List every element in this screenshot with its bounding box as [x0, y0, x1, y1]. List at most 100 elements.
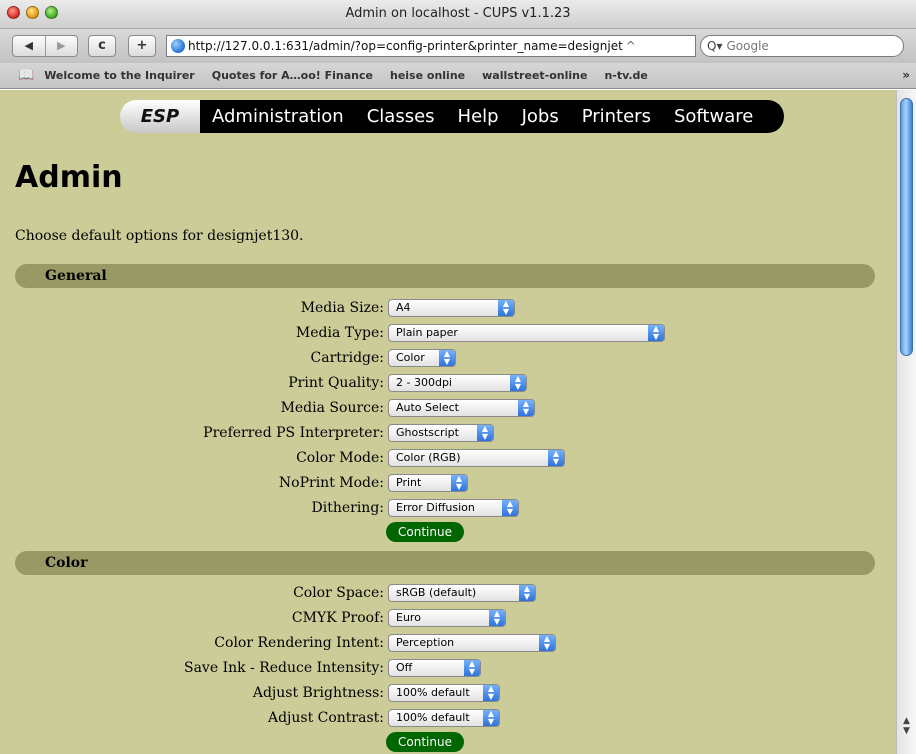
select-arrows-icon: ▲ ▼	[483, 710, 499, 726]
add-bookmark-button[interactable]: +	[128, 35, 156, 57]
option-label: Dithering:	[311, 500, 385, 516]
media-type-select[interactable]: Plain paper ▲ ▼	[388, 324, 665, 342]
bookmarks-book-icon[interactable]: 📖	[18, 68, 34, 83]
back-forward-group: ◀ ▶	[12, 35, 78, 57]
select-arrows-icon: ▲ ▼	[451, 475, 467, 491]
option-row-media-type: Media Type: Plain paper ▲ ▼	[0, 322, 896, 344]
nav-printers[interactable]: Printers	[582, 106, 651, 127]
back-button[interactable]: ◀	[13, 36, 45, 56]
color-mode-select[interactable]: Color (RGB) ▲ ▼	[388, 449, 565, 467]
option-row-contrast: Adjust Contrast: 100% default ▲ ▼	[0, 707, 896, 729]
bookmarks-bar: 📖 Welcome to the Inquirer Quotes for A…o…	[0, 63, 916, 89]
scroll-arrows-icon[interactable]: ▲ ▼	[900, 716, 913, 736]
nav-links: Administration Classes Help Jobs Printer…	[200, 100, 784, 133]
bookmarks-overflow-icon[interactable]: »	[902, 68, 910, 82]
nav-software[interactable]: Software	[674, 106, 753, 127]
option-label: Save Ink - Reduce Intensity:	[183, 660, 384, 676]
search-field[interactable]: Q▾ Google	[700, 35, 904, 57]
rendering-intent-select[interactable]: Perception ▲ ▼	[388, 634, 556, 652]
select-arrows-icon: ▲ ▼	[539, 635, 555, 651]
reload-button[interactable]: c	[88, 35, 116, 57]
select-arrows-icon: ▲ ▼	[439, 350, 455, 366]
bookmark-item[interactable]: heise online	[390, 69, 465, 82]
bookmark-item[interactable]: wallstreet-online	[482, 69, 587, 82]
print-quality-select[interactable]: 2 - 300dpi ▲ ▼	[388, 374, 527, 392]
nav-administration[interactable]: Administration	[212, 106, 344, 127]
dithering-select[interactable]: Error Diffusion ▲ ▼	[388, 499, 519, 517]
option-label: Adjust Brightness:	[252, 685, 384, 701]
option-row-rendering-intent: Color Rendering Intent: Perception ▲ ▼	[0, 632, 896, 654]
option-row-dithering: Dithering: Error Diffusion ▲ ▼	[0, 497, 896, 519]
bookmark-item[interactable]: n-tv.de	[604, 69, 647, 82]
select-arrows-icon: ▲ ▼	[489, 610, 505, 626]
page-content: ESP Administration Classes Help Jobs Pri…	[0, 90, 896, 754]
option-row-print-quality: Print Quality: 2 - 300dpi ▲ ▼	[0, 372, 896, 394]
vertical-scrollbar[interactable]: ▲ ▼	[896, 90, 916, 754]
cartridge-select[interactable]: Color ▲ ▼	[388, 349, 456, 367]
option-label: Print Quality:	[288, 375, 384, 391]
address-text: http://127.0.0.1:631/admin/?op=config-pr…	[188, 39, 623, 53]
option-row-cartridge: Cartridge: Color ▲ ▼	[0, 347, 896, 369]
intro-text: Choose default options for designjet130.	[15, 228, 304, 244]
select-arrows-icon: ▲ ▼	[464, 660, 480, 676]
select-arrows-icon: ▲ ▼	[510, 375, 526, 391]
search-placeholder: Google	[726, 39, 769, 53]
search-icon[interactable]: Q▾	[707, 39, 722, 53]
browser-toolbar: ◀ ▶ c + http://127.0.0.1:631/admin/?op=c…	[0, 29, 916, 63]
cmyk-proof-select[interactable]: Euro ▲ ▼	[388, 609, 506, 627]
page-title: Admin	[15, 160, 123, 195]
option-row-color-space: Color Space: sRGB (default) ▲ ▼	[0, 582, 896, 604]
option-row-media-size: Media Size: A4 ▲ ▼	[0, 297, 896, 319]
option-row-save-ink: Save Ink - Reduce Intensity: Off ▲ ▼	[0, 657, 896, 679]
nav-classes[interactable]: Classes	[367, 106, 435, 127]
select-arrows-icon: ▲ ▼	[498, 300, 514, 316]
nav-jobs[interactable]: Jobs	[522, 106, 559, 127]
media-size-select[interactable]: A4 ▲ ▼	[388, 299, 515, 317]
forward-button[interactable]: ▶	[44, 36, 78, 56]
ps-interpreter-select[interactable]: Ghostscript ▲ ▼	[388, 424, 494, 442]
select-arrows-icon: ▲ ▼	[648, 325, 664, 341]
option-row-brightness: Adjust Brightness: 100% default ▲ ▼	[0, 682, 896, 704]
save-ink-select[interactable]: Off ▲ ▼	[388, 659, 481, 677]
address-bar[interactable]: http://127.0.0.1:631/admin/?op=config-pr…	[166, 35, 696, 57]
option-label: Color Rendering Intent:	[214, 635, 384, 651]
color-space-select[interactable]: sRGB (default) ▲ ▼	[388, 584, 536, 602]
esp-logo[interactable]: ESP	[120, 100, 200, 133]
option-label: Media Source:	[280, 400, 384, 416]
option-label: Media Type:	[295, 325, 384, 341]
select-arrows-icon: ▲ ▼	[483, 685, 499, 701]
section-general-header: General	[15, 264, 875, 288]
bookmark-item[interactable]: Welcome to the Inquirer	[44, 69, 195, 82]
select-arrows-icon: ▲ ▼	[518, 400, 534, 416]
continue-button-color[interactable]: Continue	[386, 732, 464, 752]
option-label: Media Size:	[300, 300, 384, 316]
select-arrows-icon: ▲ ▼	[519, 585, 535, 601]
option-label: Preferred PS Interpreter:	[203, 425, 384, 441]
continue-button-general[interactable]: Continue	[386, 522, 464, 542]
option-row-cmyk-proof: CMYK Proof: Euro ▲ ▼	[0, 607, 896, 629]
option-row-noprint-mode: NoPrint Mode: Print ▲ ▼	[0, 472, 896, 494]
brightness-select[interactable]: 100% default ▲ ▼	[388, 684, 500, 702]
noprint-mode-select[interactable]: Print ▲ ▼	[388, 474, 468, 492]
option-label: Cartridge:	[310, 350, 384, 366]
section-color-header: Color	[15, 551, 875, 575]
option-label: Color Space:	[293, 585, 384, 601]
option-label: NoPrint Mode:	[278, 475, 384, 491]
option-label: Color Mode:	[296, 450, 384, 466]
media-source-select[interactable]: Auto Select ▲ ▼	[388, 399, 535, 417]
option-label: CMYK Proof:	[291, 610, 384, 626]
address-dropdown-icon[interactable]: ^	[626, 39, 636, 53]
window-title: Admin on localhost - CUPS v1.1.23	[345, 6, 571, 21]
option-row-ps-interpreter: Preferred PS Interpreter: Ghostscript ▲ ▼	[0, 422, 896, 444]
cups-navbar: ESP Administration Classes Help Jobs Pri…	[120, 100, 784, 133]
scrollbar-thumb[interactable]	[900, 98, 913, 356]
select-arrows-icon: ▲ ▼	[502, 500, 518, 516]
contrast-select[interactable]: 100% default ▲ ▼	[388, 709, 500, 727]
nav-help[interactable]: Help	[458, 106, 499, 127]
select-arrows-icon: ▲ ▼	[548, 450, 564, 466]
option-row-media-source: Media Source: Auto Select ▲ ▼	[0, 397, 896, 419]
select-arrows-icon: ▲ ▼	[477, 425, 493, 441]
bookmark-item[interactable]: Quotes for A…oo! Finance	[212, 69, 373, 82]
option-row-color-mode: Color Mode: Color (RGB) ▲ ▼	[0, 447, 896, 469]
globe-icon	[171, 39, 185, 53]
